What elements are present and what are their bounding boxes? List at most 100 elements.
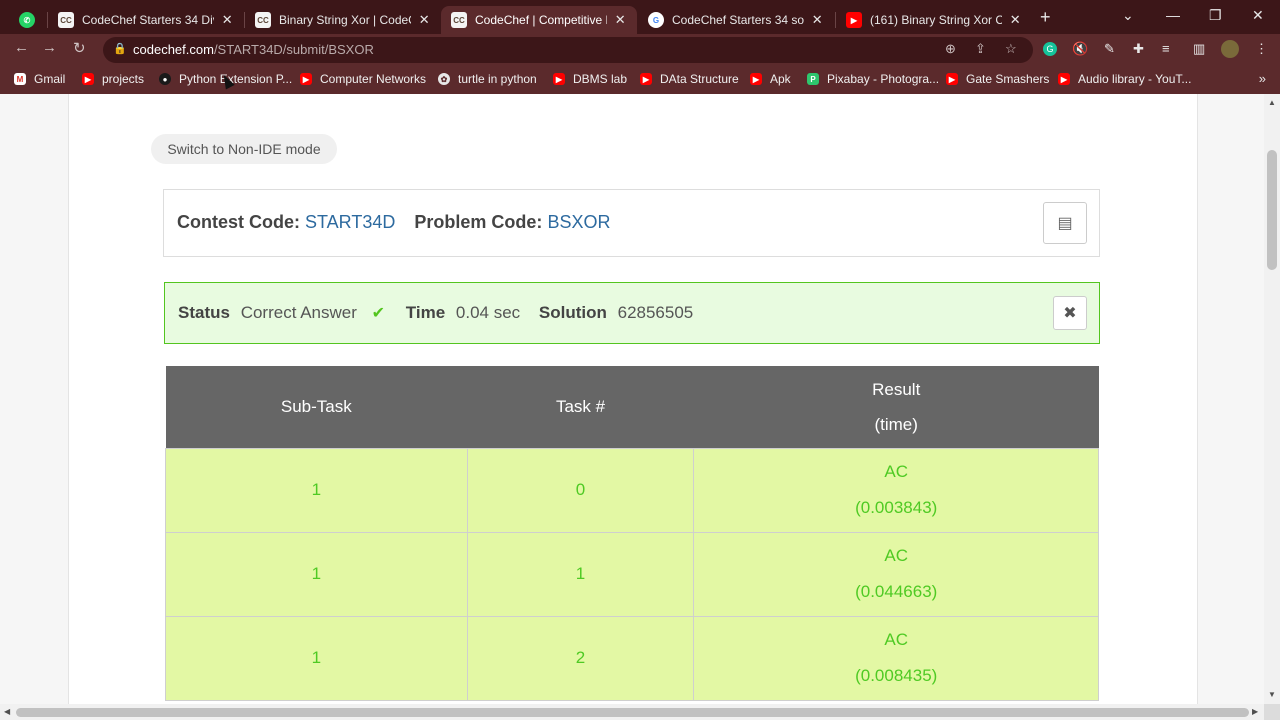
- close-tab-icon[interactable]: ✕: [220, 12, 234, 28]
- result-cell: AC (0.008435): [693, 615, 1099, 701]
- results-table: Sub-Task Task # Result (time) 1 0 AC (0.…: [165, 366, 1099, 701]
- problem-code-label: Problem Code:: [414, 212, 543, 232]
- bookmark-dbms-lab[interactable]: ▶ DBMS lab: [553, 72, 627, 86]
- result-cell: AC (0.044663): [693, 531, 1099, 617]
- task-cell: 2: [466, 615, 695, 701]
- problem-statement-button[interactable]: ▤: [1043, 202, 1087, 244]
- new-tab-button[interactable]: +: [1040, 7, 1051, 28]
- lock-icon: 🔒: [113, 43, 127, 55]
- gmail-icon: M: [14, 73, 26, 85]
- bookmark-audio-library[interactable]: ▶ Audio library - YouT...: [1058, 72, 1191, 86]
- horizontal-scroll-thumb[interactable]: [16, 708, 1249, 717]
- zoom-icon[interactable]: ⊕: [945, 41, 956, 57]
- forward-icon[interactable]: →: [42, 39, 57, 56]
- bookmark-turtle-in-python[interactable]: ✿ turtle in python: [438, 72, 537, 86]
- bookmark-data-structure[interactable]: ▶ DAta Structure: [640, 72, 739, 86]
- tab-title: CodeChef Starters 34 Divisio: [82, 13, 214, 27]
- bookmark-star-icon[interactable]: ☆: [1005, 41, 1017, 57]
- switch-non-ide-mode-button[interactable]: Switch to Non-IDE mode: [151, 134, 337, 164]
- bookmark-gate-smashers[interactable]: ▶ Gate Smashers: [946, 72, 1049, 86]
- minimize-button[interactable]: —: [1166, 7, 1180, 23]
- header-task-number: Task #: [467, 366, 694, 448]
- tab-starters-divisions[interactable]: CC CodeChef Starters 34 Divisio ✕: [48, 6, 244, 34]
- youtube-icon: ▶: [300, 73, 312, 85]
- youtube-icon: ▶: [640, 73, 652, 85]
- page-viewport: Switch to Non-IDE mode Contest Code: STA…: [0, 94, 1264, 704]
- solution-id[interactable]: 62856505: [618, 303, 694, 322]
- tab-codechef-active[interactable]: CC CodeChef | Competitive Pro ✕: [441, 6, 637, 34]
- codechef-icon: CC: [451, 12, 467, 28]
- scroll-up-arrow-icon[interactable]: ▲: [1268, 98, 1276, 107]
- bookmark-label: DBMS lab: [573, 72, 628, 86]
- problem-code-link[interactable]: BSXOR: [547, 212, 610, 232]
- tab-title: CodeChef Starters 34 soluti: [672, 13, 805, 27]
- book-icon: ▤: [1057, 215, 1073, 232]
- extension-pen-icon[interactable]: ✎: [1104, 41, 1115, 57]
- header-time-label: (time): [874, 414, 918, 434]
- bookmark-computer-networks[interactable]: ▶ Computer Networks: [300, 72, 426, 86]
- bookmark-gmail[interactable]: M Gmail: [14, 72, 65, 86]
- tab-search-icon[interactable]: ⌄: [1122, 7, 1134, 24]
- result-time: (0.008435): [855, 666, 938, 685]
- horizontal-scrollbar[interactable]: ◀ ▶: [0, 704, 1264, 720]
- mute-icon[interactable]: 🔇: [1072, 41, 1088, 57]
- solution-label: Solution: [538, 303, 607, 322]
- bookmark-label: DAta Structure: [660, 72, 739, 86]
- submission-status-box: Status Correct Answer ✔ Time 0.04 sec So…: [164, 282, 1100, 344]
- tab-title: (161) Binary String Xor Cod: [870, 13, 1003, 27]
- grammarly-icon[interactable]: G: [1043, 42, 1057, 56]
- tab-title: CodeChef | Competitive Pro: [475, 13, 607, 27]
- time-value: 0.04 sec: [455, 303, 521, 322]
- scroll-left-arrow-icon[interactable]: ◀: [4, 707, 10, 716]
- close-tab-icon[interactable]: ✕: [417, 12, 431, 28]
- close-tab-icon[interactable]: ✕: [1008, 12, 1022, 28]
- scroll-down-arrow-icon[interactable]: ▼: [1268, 690, 1276, 699]
- status-label: Status: [178, 303, 230, 322]
- contest-code-link[interactable]: START34D: [305, 212, 395, 232]
- scroll-right-arrow-icon[interactable]: ▶: [1252, 707, 1258, 716]
- vertical-scrollbar[interactable]: ▲ ▼: [1264, 94, 1280, 704]
- table-row: 1 2 AC (0.008435): [165, 615, 1099, 701]
- bookmark-pixabay[interactable]: P Pixabay - Photogra...: [807, 72, 939, 86]
- table-row: 1 0 AC (0.003843): [165, 447, 1099, 533]
- result-verdict: AC: [884, 630, 909, 649]
- vertical-scroll-thumb[interactable]: [1267, 150, 1277, 270]
- address-bar[interactable]: 🔒 codechef.com/START34D/submit/BSXOR ⊕ ⇪…: [103, 37, 1033, 63]
- share-icon[interactable]: ⇪: [975, 41, 986, 57]
- browser-toolbar: ← → ↻ 🔒 codechef.com/START34D/submit/BSX…: [0, 34, 1280, 65]
- codechef-icon: CC: [58, 12, 74, 28]
- time-label: Time: [405, 303, 446, 322]
- side-panel-icon[interactable]: ▥: [1193, 41, 1205, 57]
- scrollbar-corner: [1264, 704, 1280, 720]
- python-extension-icon: ●: [159, 73, 171, 85]
- youtube-icon: ▶: [1058, 73, 1070, 85]
- close-window-button[interactable]: ✕: [1252, 7, 1264, 24]
- bookmarks-overflow-icon[interactable]: »: [1259, 71, 1266, 86]
- subtask-cell: 1: [165, 531, 468, 617]
- youtube-icon: ▶: [846, 12, 862, 28]
- extensions-puzzle-icon[interactable]: ✚: [1133, 41, 1144, 57]
- tab-whatsapp[interactable]: ✆: [10, 6, 44, 34]
- header-result: Result (time): [693, 366, 1099, 448]
- reading-list-icon[interactable]: ≡: [1162, 41, 1170, 56]
- tab-starters-solutions[interactable]: G CodeChef Starters 34 soluti ✕: [638, 6, 834, 34]
- bookmark-label: Python Extension P...: [179, 72, 293, 86]
- reload-icon[interactable]: ↻: [73, 39, 86, 57]
- back-icon[interactable]: ←: [14, 39, 29, 56]
- youtube-icon: ▶: [82, 73, 94, 85]
- bookmark-projects[interactable]: ▶ projects: [82, 72, 144, 86]
- profile-avatar[interactable]: [1221, 40, 1239, 58]
- tab-youtube-video[interactable]: ▶ (161) Binary String Xor Cod ✕: [836, 6, 1032, 34]
- close-tab-icon[interactable]: ✕: [810, 12, 824, 28]
- restore-button[interactable]: ❐: [1209, 7, 1222, 24]
- menu-kebab-icon[interactable]: ⋮: [1255, 41, 1268, 57]
- close-tab-icon[interactable]: ✕: [613, 12, 627, 28]
- bookmark-apk[interactable]: ▶ Apk: [750, 72, 791, 86]
- youtube-icon: ▶: [750, 73, 762, 85]
- close-status-button[interactable]: ✖: [1053, 296, 1087, 330]
- subtask-cell: 1: [165, 447, 468, 533]
- tab-binary-string-xor[interactable]: CC Binary String Xor | CodeChe ✕: [245, 6, 441, 34]
- result-verdict: AC: [884, 462, 909, 481]
- result-verdict: AC: [884, 546, 909, 565]
- subtask-cell: 1: [165, 615, 468, 701]
